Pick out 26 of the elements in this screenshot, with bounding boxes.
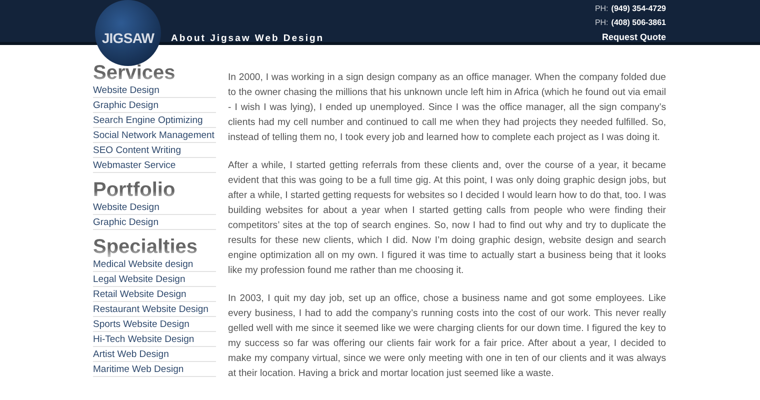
sidebar-link[interactable]: Graphic Design bbox=[93, 98, 216, 113]
sidebar-link[interactable]: Artist Web Design bbox=[93, 347, 216, 362]
sidebar-link[interactable]: SEO Content Writing bbox=[93, 143, 216, 158]
body-paragraph: After a while, I started getting referrals from these clients and, over the course of a year, it became evident that this was going to be a full time gig. At this point, I was only doing graphic design jobs, but after a while, I started getting requests for websites so I decided I would learn how to do that, too. I was building websites for about a year when I started getting calls from people who were finding their competitors’ sites at the top of search engines. So, now I had to find out why and try to duplicate the results for these new clients, which I did. Now I’m doing graphic design, website design and search engine optimization all on my own. I figured it was time to actually start a business being that it looks like my profession found me rather than me choosing it. bbox=[228, 159, 666, 278]
sidebar-link[interactable]: Medical Website design bbox=[93, 257, 216, 272]
sidebar-link[interactable]: Search Engine Optimizing bbox=[93, 113, 216, 128]
sidebar-link[interactable]: Website Design bbox=[93, 83, 216, 98]
body-paragraph: In 2000, I was working in a sign design company as an office manager. When the company folded due to the owner chasing the millions that his unknown uncle left him in Africa (which he found out via email - I wish I was lying), I ended up unemployed. Since I was the office manager, all the sign company’s clients had my cell number and continued to call me when they had projects they needed fulfilled. So, instead of telling them no, I took every job and learned how to complete each project as I was doing it. bbox=[228, 71, 666, 145]
sidebar-link[interactable]: Legal Website Design bbox=[93, 272, 216, 287]
page-title: About Jigsaw Web Design bbox=[171, 32, 324, 46]
sidebar-link[interactable]: Hi-Tech Website Design bbox=[93, 332, 216, 347]
sidebar-link[interactable]: Website Design bbox=[93, 200, 216, 215]
request-quote-link[interactable]: Request Quote bbox=[602, 31, 666, 44]
phone-label: PH: bbox=[594, 3, 608, 15]
body-paragraph: In 2003, I quit my day job, set up an office, chose a business name and got some employees. Like every business, I had to add the company’s running costs into the cost of our work. This never really gelled well with me since it seemed like we were charging clients for our down time. I figured the key to my success so far was offering our clients fair work for a fair price. After about a year, I decided to make my company virtual, since we were only meeting with one in ten of our clients and it was always at their location. Having a brick and mortar location just seemed like a waste. bbox=[228, 292, 666, 381]
sidebar-link[interactable]: Retail Website Design bbox=[93, 287, 216, 302]
sidebar-link[interactable]: Maritime Web Design bbox=[93, 362, 216, 377]
phone-label: PH: bbox=[594, 17, 608, 29]
sidebar-link[interactable]: Sports Website Design bbox=[93, 317, 216, 332]
sidebar-link[interactable]: Restaurant Website Design bbox=[93, 302, 216, 317]
sidebar-link[interactable]: Webmaster Service bbox=[93, 158, 216, 173]
sidebar-link[interactable]: Social Network Management bbox=[93, 128, 216, 143]
phone-number: (949) 354-4729 bbox=[611, 3, 666, 15]
sidebar-link[interactable]: Graphic Design bbox=[93, 215, 216, 230]
phone-number: (408) 506-3861 bbox=[611, 17, 666, 29]
logo-text: JIGSAW bbox=[102, 28, 154, 48]
